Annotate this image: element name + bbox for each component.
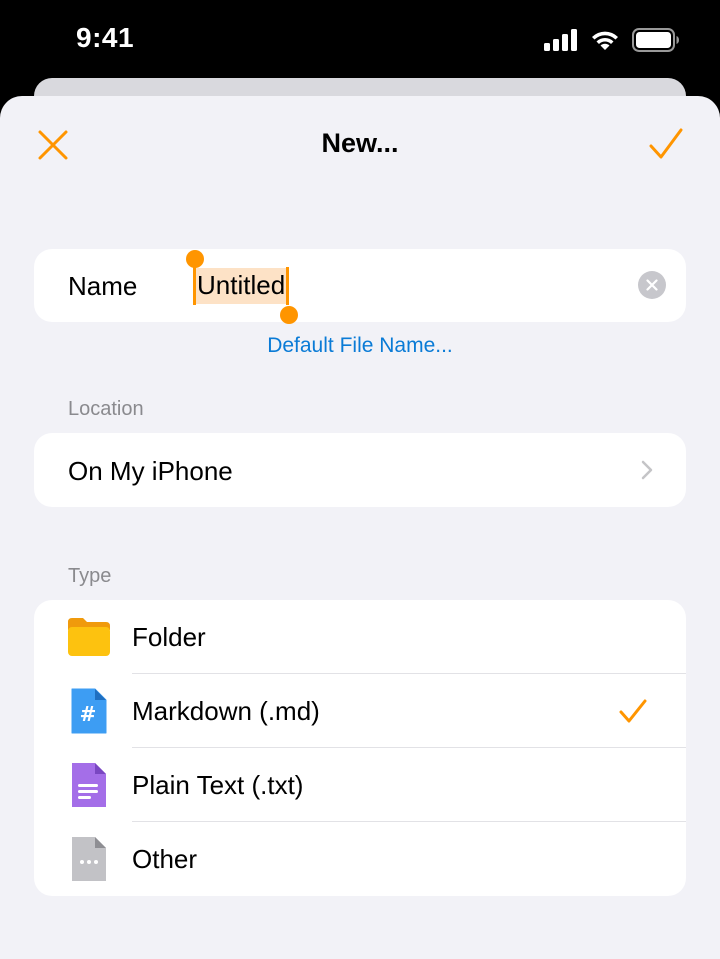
selected-checkmark-icon bbox=[619, 699, 647, 723]
svg-text:#: # bbox=[80, 702, 97, 726]
type-list: Folder # Markdown (.md) Plain Text (.txt… bbox=[34, 600, 686, 896]
default-file-name-link[interactable]: Default File Name... bbox=[0, 334, 720, 358]
status-time: 9:41 bbox=[76, 22, 135, 53]
clear-x-icon bbox=[646, 279, 658, 291]
selection-start-handle[interactable] bbox=[186, 250, 204, 268]
name-label: Name bbox=[68, 271, 138, 301]
type-option-plain-text[interactable]: Plain Text (.txt) bbox=[34, 748, 686, 822]
page-title: New... bbox=[321, 128, 399, 158]
done-checkmark-button[interactable] bbox=[648, 126, 684, 162]
name-input[interactable]: Untitled bbox=[186, 250, 299, 324]
markdown-file-icon: # bbox=[71, 688, 107, 734]
type-option-folder[interactable]: Folder bbox=[34, 600, 686, 674]
status-icons bbox=[544, 28, 680, 52]
location-value: On My iPhone bbox=[68, 456, 233, 486]
status-bar: 9:41 bbox=[0, 0, 720, 80]
clear-text-button[interactable] bbox=[638, 271, 666, 299]
chevron-right-icon bbox=[641, 460, 653, 480]
selection-end-handle[interactable] bbox=[280, 306, 299, 324]
type-option-label: Other bbox=[132, 844, 198, 874]
text-file-icon bbox=[72, 763, 106, 807]
type-option-label: Folder bbox=[132, 622, 206, 652]
type-option-label: Markdown (.md) bbox=[132, 696, 320, 726]
name-field-card: Name Untitled bbox=[34, 249, 686, 324]
wifi-icon bbox=[592, 31, 618, 50]
other-file-icon bbox=[72, 837, 106, 881]
battery-icon bbox=[632, 28, 679, 52]
selection-end-caret bbox=[286, 267, 290, 305]
type-option-markdown[interactable]: # Markdown (.md) bbox=[34, 674, 686, 748]
location-section-label: Location bbox=[68, 398, 144, 420]
type-option-label: Plain Text (.txt) bbox=[132, 770, 304, 800]
type-option-other[interactable]: Other bbox=[34, 822, 686, 896]
location-row[interactable]: On My iPhone bbox=[34, 433, 686, 507]
cellular-signal-icon bbox=[544, 29, 577, 51]
name-input-value[interactable]: Untitled bbox=[195, 268, 288, 304]
folder-icon bbox=[68, 618, 110, 656]
type-section-label: Type bbox=[68, 565, 112, 587]
selection-start-caret bbox=[193, 267, 196, 305]
